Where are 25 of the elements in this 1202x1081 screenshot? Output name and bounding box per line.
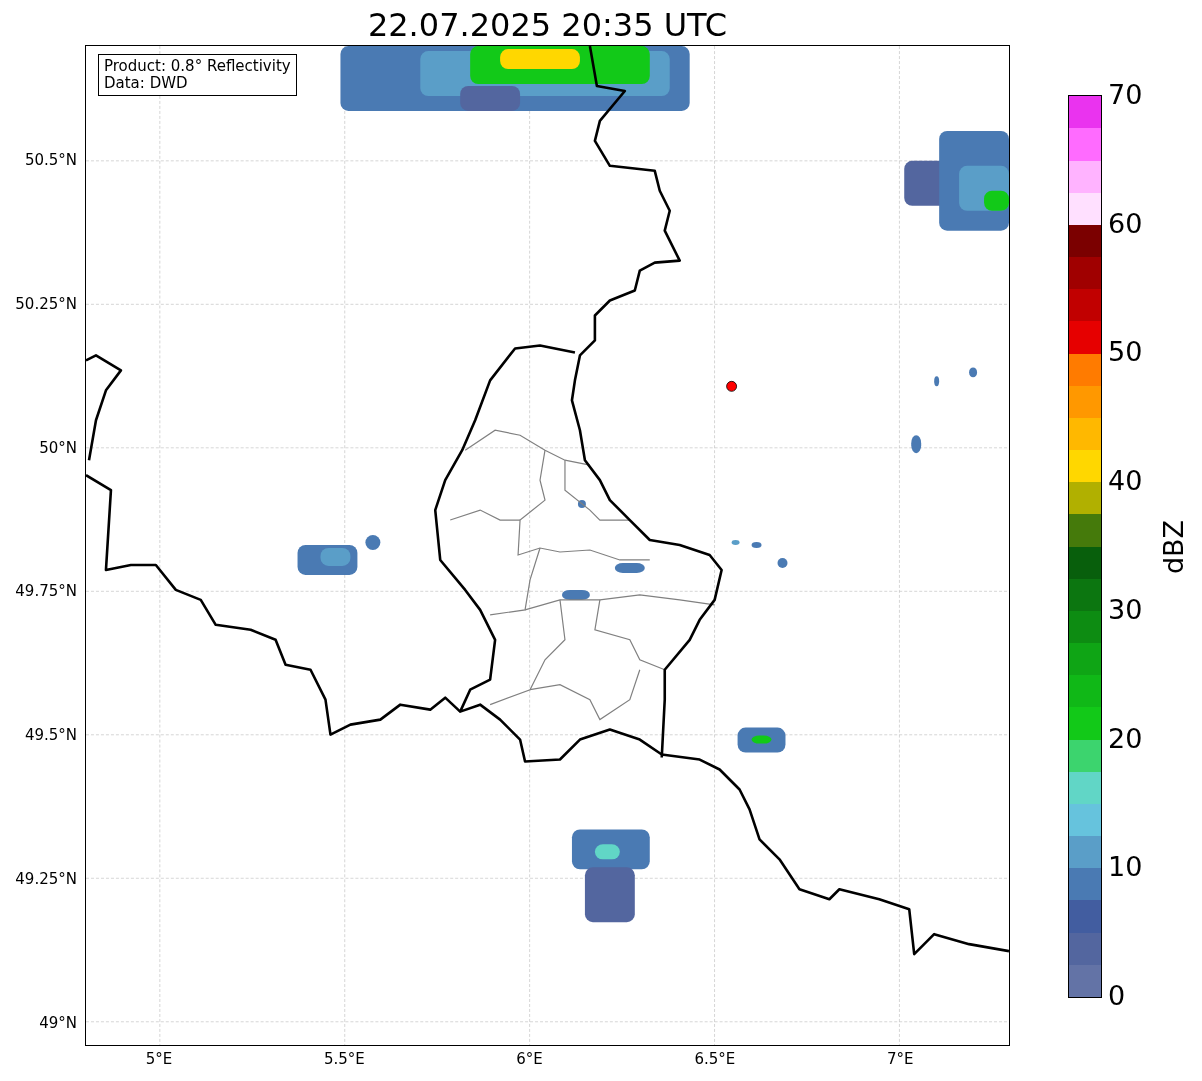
colorbar-tick-label: 0 <box>1108 981 1126 1011</box>
colorbar-tick-label: 70 <box>1108 80 1143 110</box>
y-tick-label: 50°N <box>39 438 77 457</box>
chart-title: 22.07.2025 20:35 UTC <box>367 5 728 45</box>
colorbar-tick-label: 30 <box>1108 594 1143 625</box>
y-tick-label: 50.25°N <box>15 294 77 313</box>
colorbar-tick-label: 20 <box>1108 723 1143 754</box>
location-marker <box>726 380 737 392</box>
info-text: Data: DWD <box>104 75 189 92</box>
y-tick-label: 49.25°N <box>15 870 77 888</box>
x-tick-label: 7°E <box>886 1050 914 1068</box>
x-tick-label: 5.5°E <box>323 1050 365 1068</box>
colorbar-tick-label: 40 <box>1108 466 1143 497</box>
colorbar-tick-label: 10 <box>1108 852 1143 883</box>
y-tick-label: 49°N <box>39 1013 77 1032</box>
colorbar-tick-label: 60 <box>1108 208 1143 239</box>
colorbar-tick-label: 50 <box>1108 337 1143 368</box>
x-tick-label: 5°E <box>145 1050 173 1068</box>
x-tick-label: 6°E <box>516 1050 543 1068</box>
y-tick-label: 50.5°N <box>24 151 77 169</box>
y-tick-label: 49.5°N <box>24 726 77 745</box>
y-tick-label: 49.75°N <box>15 582 77 601</box>
colorbar-label: dBZ <box>1159 519 1189 574</box>
x-tick-label: 6.5°E <box>694 1050 736 1068</box>
info-text: Product: 0.8° Reflectivity <box>104 58 291 75</box>
